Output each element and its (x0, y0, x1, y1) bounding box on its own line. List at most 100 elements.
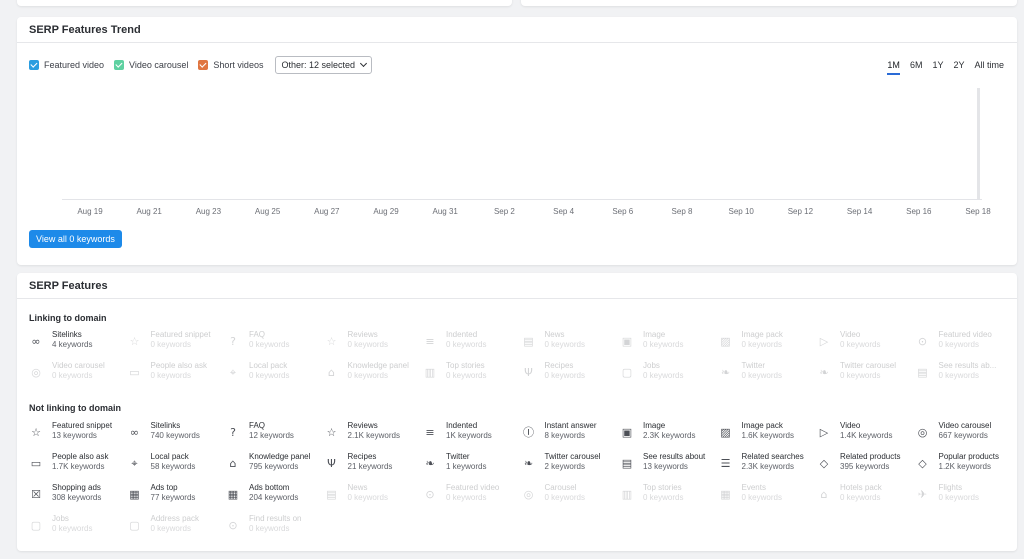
serp-feature-item[interactable]: ≡ Indented 1K keywords (423, 421, 522, 452)
serp-feature-item[interactable]: ▤ News 0 keywords (325, 483, 424, 514)
carousel-icon: ◎ (31, 365, 41, 379)
serp-feature-item[interactable]: ▢ Jobs 0 keywords (29, 514, 128, 545)
serp-feature-item[interactable]: ◎ Video carousel 0 keywords (29, 361, 128, 392)
serp-feature-item[interactable]: Ψ Recipes 0 keywords (522, 361, 621, 392)
legend-featured-video[interactable]: Featured video (29, 60, 104, 70)
serp-feature-item[interactable]: ▣ Image 2.3K keywords (620, 421, 719, 452)
serp-feature-item[interactable]: ▢ Jobs 0 keywords (620, 361, 719, 392)
serp-feature-item[interactable]: ⌂ Hotels pack 0 keywords (817, 483, 916, 514)
range-6m[interactable]: 6M (910, 60, 923, 75)
linking-features-grid: ∞ Sitelinks 4 keywords ☆ Featured snippet 0 k… (29, 330, 1019, 392)
serp-feature-item[interactable]: ▨ Image pack 1.6K keywords (719, 421, 818, 452)
feature-text: Knowledge panel 0 keywords (348, 361, 409, 381)
plot-hover-bar (977, 88, 980, 199)
feature-name: Related searches (741, 452, 804, 461)
serp-feature-item[interactable]: ◇ Related products 395 keywords (817, 452, 916, 483)
range-all-time[interactable]: All time (974, 60, 1004, 75)
serp-feature-item[interactable]: ⌖ Local pack 58 keywords (128, 452, 227, 483)
range-2y[interactable]: 2Y (953, 60, 964, 75)
other-features-select[interactable]: Other: 12 selected (275, 56, 372, 74)
serp-feature-item[interactable]: ⌂ Knowledge panel 795 keywords (226, 452, 325, 483)
serp-feature-item[interactable]: ▷ Video 0 keywords (817, 330, 916, 361)
feature-name: FAQ (249, 330, 266, 339)
link-icon: ∞ (31, 334, 41, 348)
serp-feature-item[interactable]: ? FAQ 0 keywords (226, 330, 325, 361)
serp-feature-item[interactable]: ❧ Twitter carousel 2 keywords (522, 452, 621, 483)
feature-name: Twitter carousel (544, 452, 601, 461)
serp-feature-item[interactable]: ▤ News 0 keywords (522, 330, 621, 361)
serp-feature-item[interactable]: ▭ People also ask 0 keywords (128, 361, 227, 392)
serp-feature-item[interactable]: ☰ Related searches 2.3K keywords (719, 452, 818, 483)
serp-feature-item[interactable]: Ψ Recipes 21 keywords (325, 452, 424, 483)
serp-feature-item[interactable]: ▨ Image pack 0 keywords (719, 330, 818, 361)
serp-feature-item[interactable]: ◎ Video carousel 667 keywords (916, 421, 1015, 452)
serp-feature-item[interactable]: ☆ Reviews 0 keywords (325, 330, 424, 361)
feature-count: 0 keywords (150, 524, 191, 533)
serp-feature-item[interactable]: ❧ Twitter 1 keywords (423, 452, 522, 483)
features-divider (17, 298, 1017, 299)
top-card-left (17, 0, 512, 6)
serp-feature-item[interactable]: ▥ Top stories 0 keywords (423, 361, 522, 392)
checkbox-icon[interactable] (198, 60, 209, 70)
serp-feature-item[interactable]: ∞ Sitelinks 740 keywords (128, 421, 227, 452)
feature-count: 740 keywords (150, 431, 200, 440)
serp-feature-item[interactable]: ⊙ Featured video 0 keywords (423, 483, 522, 514)
serp-feature-item[interactable]: ⊙ Featured video 0 keywords (916, 330, 1015, 361)
serp-feature-item[interactable]: ▣ Image 0 keywords (620, 330, 719, 361)
serp-feature-item[interactable]: ▢ Address pack 0 keywords (128, 514, 227, 545)
checkbox-icon[interactable] (114, 60, 125, 70)
serp-feature-item[interactable]: ▦ Ads bottom 204 keywords (226, 483, 325, 514)
feature-count: 1.4K keywords (840, 431, 893, 440)
serp-feature-item[interactable]: ▭ People also ask 1.7K keywords (29, 452, 128, 483)
feature-name: News (347, 483, 368, 492)
feature-text: News 0 keywords (545, 330, 585, 350)
serp-feature-item[interactable]: ❧ Twitter 0 keywords (719, 361, 818, 392)
serp-feature-item[interactable]: ▤ See results about 13 keywords (620, 452, 719, 483)
feature-count: 0 keywords (446, 493, 487, 502)
range-1y[interactable]: 1Y (932, 60, 943, 75)
serp-feature-item[interactable]: ▦ Events 0 keywords (719, 483, 818, 514)
feature-name: Find results on (249, 514, 302, 523)
serp-feature-item[interactable]: Ⓘ Instant answer 8 keywords (522, 421, 621, 452)
serp-feature-item[interactable]: ◇ Popular products 1.2K keywords (916, 452, 1015, 483)
x-tick-label: Sep 14 (846, 207, 873, 216)
serp-feature-item[interactable]: ▥ Top stories 0 keywords (620, 483, 719, 514)
feature-name: Hotels pack (840, 483, 882, 492)
legend-video-carousel[interactable]: Video carousel (114, 60, 188, 70)
feature-text: Image pack 0 keywords (742, 330, 783, 350)
briefcase-icon: ▢ (30, 518, 42, 532)
top-card-right (521, 0, 1017, 6)
serp-feature-item[interactable]: ☆ Featured snippet 0 keywords (128, 330, 227, 361)
serp-feature-item[interactable]: ⊙ Find results on 0 keywords (226, 514, 325, 545)
feature-count: 1.6K keywords (741, 431, 794, 440)
feature-text: Video carousel 667 keywords (939, 421, 992, 441)
feature-name: Instant answer (544, 421, 597, 430)
ad-icon: ▦ (227, 487, 239, 501)
feature-name: Flights (938, 483, 963, 492)
serp-feature-item[interactable]: ? FAQ 12 keywords (226, 421, 325, 452)
serp-feature-item[interactable]: ❧ Twitter carousel 0 keywords (817, 361, 916, 392)
range-1m[interactable]: 1M (887, 60, 900, 75)
serp-feature-item[interactable]: ⌂ Knowledge panel 0 keywords (325, 361, 424, 392)
feature-text: Flights 0 keywords (939, 483, 979, 503)
x-tick-label: Aug 27 (314, 207, 340, 216)
serp-feature-item[interactable]: ☆ Featured snippet 13 keywords (29, 421, 128, 452)
serp-feature-item[interactable]: ▦ Ads top 77 keywords (128, 483, 227, 514)
view-all-keywords-button[interactable]: View all 0 keywords (29, 230, 122, 248)
serp-feature-item[interactable]: ✈ Flights 0 keywords (916, 483, 1015, 514)
serp-feature-item[interactable]: ≡ Indented 0 keywords (423, 330, 522, 361)
serp-feature-item[interactable]: ⌖ Local pack 0 keywords (226, 361, 325, 392)
feature-name: Knowledge panel (347, 361, 409, 370)
checkbox-icon[interactable] (29, 60, 39, 70)
serp-feature-item[interactable]: ▤ See results ab... 0 keywords (916, 361, 1015, 392)
feature-name: Image (643, 330, 666, 339)
legend-short-videos[interactable]: Short videos (198, 60, 263, 70)
serp-feature-item[interactable]: ◎ Carousel 0 keywords (522, 483, 621, 514)
serp-feature-item[interactable]: ∞ Sitelinks 4 keywords (29, 330, 128, 361)
feature-name: Ads bottom (249, 483, 290, 492)
chat-icon: ▭ (129, 365, 140, 379)
feature-count: 1.2K keywords (938, 462, 991, 471)
serp-feature-item[interactable]: ☆ Reviews 2.1K keywords (325, 421, 424, 452)
serp-feature-item[interactable]: ▷ Video 1.4K keywords (817, 421, 916, 452)
serp-feature-item[interactable]: ☒ Shopping ads 308 keywords (29, 483, 128, 514)
